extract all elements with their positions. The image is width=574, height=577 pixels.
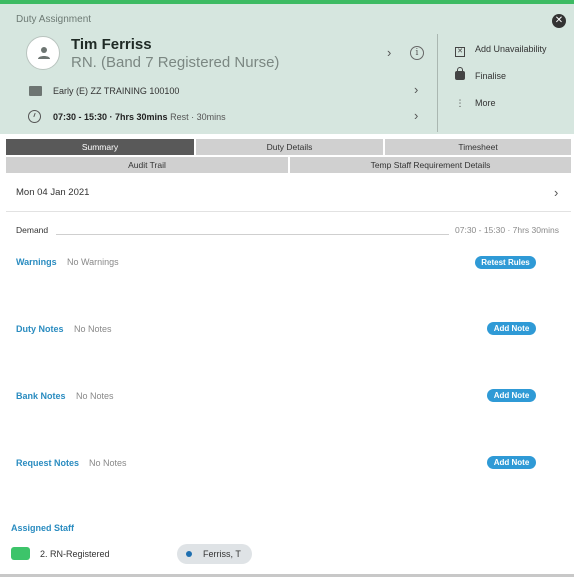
add-bank-note-button[interactable]: Add Note (487, 389, 536, 402)
shift-label: Early (E) ZZ TRAINING 100100 (53, 86, 180, 96)
duty-notes-value: No Notes (74, 324, 112, 334)
staff-name: Tim Ferriss (71, 36, 152, 53)
demand-bar (56, 234, 449, 235)
demand-label: Demand (16, 225, 49, 235)
request-notes-value: No Notes (89, 458, 127, 468)
bank-notes-label: Bank Notes (16, 391, 66, 401)
status-dot-icon (186, 551, 192, 557)
chevron-right-icon[interactable]: › (414, 82, 418, 97)
info-icon[interactable]: i (410, 46, 424, 60)
chevron-right-icon[interactable]: › (387, 45, 391, 60)
close-icon[interactable]: ✕ (552, 14, 566, 28)
more-vertical-icon: ⋮ (455, 98, 465, 108)
person-icon (38, 47, 50, 59)
assigned-staff-title: Assigned Staff (11, 523, 75, 533)
add-unavailability-label: Add Unavailability (475, 44, 547, 54)
tab-bar-row1: Summary Duty Details Timesheet (6, 139, 571, 155)
add-request-note-button[interactable]: Add Note (487, 456, 536, 469)
assigned-staff-name: Ferriss, T (203, 549, 241, 559)
tab-duty-details[interactable]: Duty Details (196, 139, 383, 155)
warnings-label: Warnings (16, 257, 57, 267)
duty-header: Duty Assignment ✕ Tim Ferriss RN. (Band … (0, 4, 574, 134)
shift-time-value: 07:30 - 15:30 · 7hrs 30mins (53, 112, 168, 122)
finalise-button[interactable]: Finalise (453, 67, 507, 81)
bank-notes-value: No Notes (76, 391, 114, 401)
duty-date[interactable]: Mon 04 Jan 2021 (16, 187, 89, 198)
more-button[interactable]: ⋮ More (453, 98, 496, 109)
chevron-right-icon[interactable]: › (414, 108, 418, 123)
chevron-right-icon[interactable]: › (554, 185, 558, 200)
assigned-staff-chip[interactable]: Ferriss, T (177, 544, 252, 564)
warnings-value: No Warnings (67, 257, 119, 267)
tab-timesheet[interactable]: Timesheet (385, 139, 571, 155)
add-duty-note-button[interactable]: Add Note (487, 322, 536, 335)
calendar-x-icon: ✕ (455, 47, 465, 57)
divider (437, 34, 438, 132)
more-label: More (475, 98, 496, 108)
tab-audit-trail[interactable]: Audit Trail (6, 157, 288, 173)
tab-temp-staff-requirement-details[interactable]: Temp Staff Requirement Details (290, 157, 571, 173)
add-unavailability-button[interactable]: ✕ Add Unavailability (453, 44, 547, 57)
demand-time: 07:30 - 15:30 · 7hrs 30mins (455, 225, 559, 235)
lock-icon (455, 67, 465, 80)
avatar (26, 36, 60, 70)
retest-rules-button[interactable]: Retest Rules (475, 256, 536, 269)
dialog-title: Duty Assignment (16, 14, 92, 25)
shift-time: 07:30 - 15:30 · 7hrs 30mins Rest · 30min… (53, 112, 226, 122)
requirement-label: 2. RN-Registered (40, 549, 110, 559)
request-notes-label: Request Notes (16, 458, 80, 468)
rest-time: Rest · 30mins (170, 112, 226, 122)
tab-summary[interactable]: Summary (6, 139, 194, 155)
duty-notes-label: Duty Notes (16, 324, 64, 334)
clock-icon (28, 110, 41, 123)
finalise-label: Finalise (475, 71, 507, 81)
divider (6, 211, 571, 212)
staff-role: RN. (Band 7 Registered Nurse) (71, 54, 280, 71)
requirement-color-chip (11, 547, 30, 560)
shift-icon (29, 86, 42, 96)
tab-bar-row2: Audit Trail Temp Staff Requirement Detai… (6, 157, 571, 173)
